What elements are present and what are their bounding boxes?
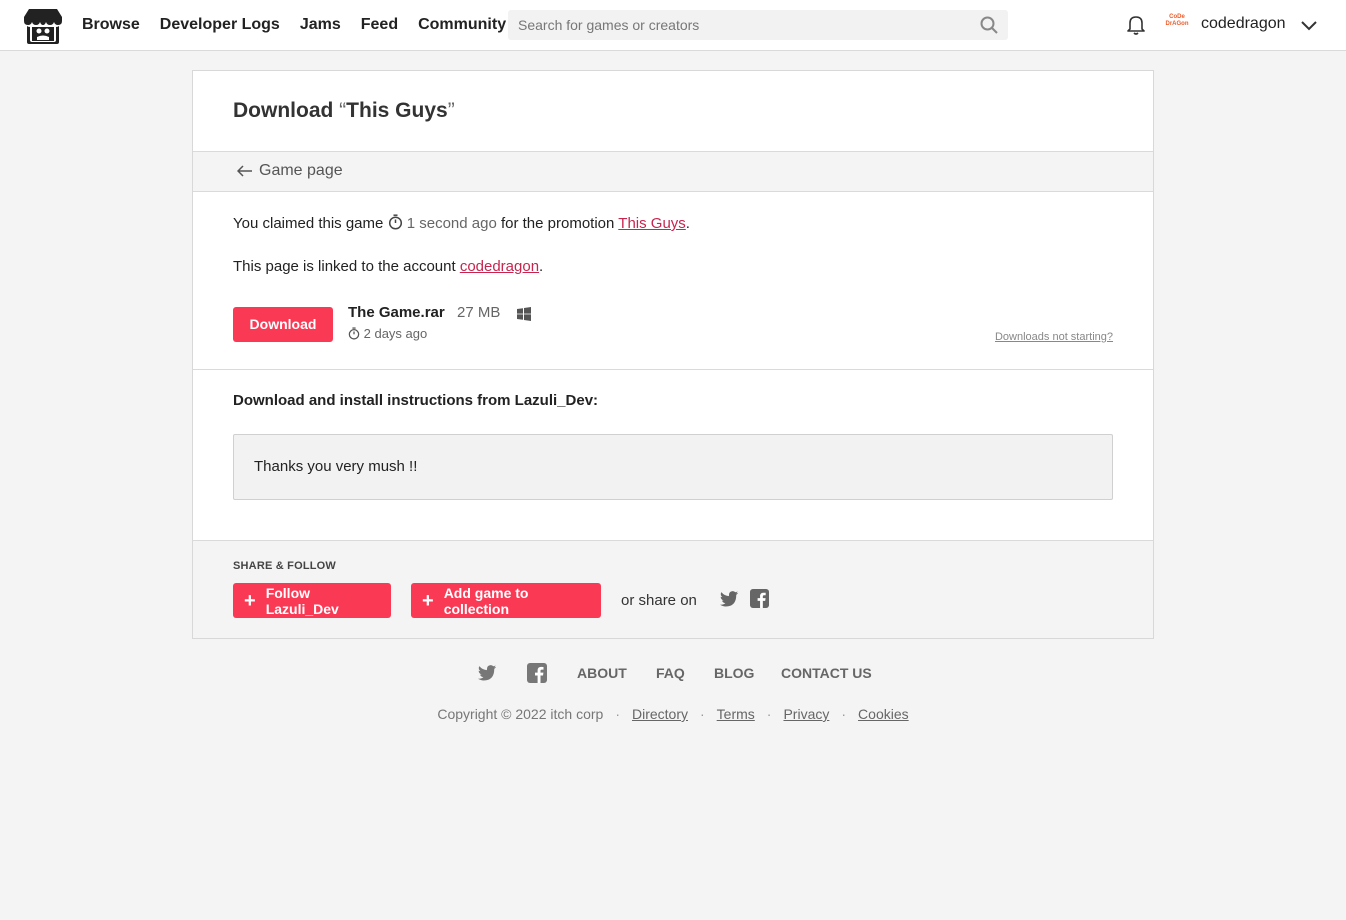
main-nav: Browse Developer Logs Jams Feed Communit… [82,0,506,50]
windows-icon [517,307,531,321]
file-upload-date: 2 days ago [348,326,427,341]
collection-button-label: Add game to collection [443,584,529,617]
follow-creator-button[interactable]: + Follow Lazuli_Dev [233,583,391,618]
footer-copyright: Copyright © 2022 itch corp · Directory · Ter… [0,706,1346,722]
copyright-text: Copyright © 2022 itch corp [437,706,604,722]
footer-blog-link[interactable]: BLOG [714,665,754,681]
plus-icon: + [422,589,434,612]
separator-dot: · [615,706,620,722]
facebook-icon[interactable] [750,589,769,608]
download-card: Download “This Guys” Game page You claim… [192,70,1154,639]
section-divider [193,369,1153,370]
footer-contact-link[interactable]: CONTACT US [781,665,872,681]
plus-icon: + [244,589,256,612]
itch-logo-icon[interactable] [23,7,63,44]
separator-dot: · [700,706,705,722]
notification-bell-icon[interactable] [1126,14,1146,36]
account-link[interactable]: codedragon [460,258,539,275]
title-close-quote: ” [447,99,455,122]
avatar[interactable]: CoDe DrAGon [1164,14,1190,36]
directory-link[interactable]: Directory [632,706,688,722]
arrow-left-icon [237,165,252,177]
file-name: The Game.rar [348,304,445,321]
back-bar: Game page [193,151,1153,192]
title-prefix: Download [233,99,340,122]
file-size: 27 MB [457,304,501,321]
file-upload-date-text: 2 days ago [363,326,428,341]
footer-about-link[interactable]: ABOUT [577,665,627,681]
twitter-icon[interactable] [477,664,497,682]
privacy-link[interactable]: Privacy [783,706,829,722]
linked-suffix: . [539,258,544,275]
search-input[interactable]: Search for games or creators [508,10,1008,40]
share-on-label: or share on [621,592,697,609]
game-page-link[interactable]: Game page [237,162,343,180]
page-title: Download “This Guys” [233,99,455,123]
downloads-not-starting-link[interactable]: Downloads not starting? [995,331,1113,343]
nav-browse[interactable]: Browse [82,16,140,34]
game-page-label: Game page [259,162,343,179]
instructions-box: Thanks you very mush !! [233,434,1113,500]
title-game-name: This Guys [346,99,448,122]
share-follow-label: SHARE & FOLLOW [233,560,337,572]
username-label[interactable]: codedragon [1201,15,1286,33]
share-follow-section: SHARE & FOLLOW + Follow Lazuli_Dev + Add… [193,540,1153,638]
search-placeholder: Search for games or creators [518,17,700,33]
twitter-icon[interactable] [719,590,739,608]
nav-jams[interactable]: Jams [300,16,341,34]
nav-community[interactable]: Community [418,16,506,34]
claim-time: 1 second ago [406,215,497,232]
footer-faq-link[interactable]: FAQ [656,665,685,681]
chevron-down-icon[interactable] [1300,18,1318,32]
stopwatch-icon [388,214,402,230]
follow-button-label: Follow Lazuli_Dev [265,584,339,617]
download-button[interactable]: Download [233,307,333,342]
stopwatch-icon [348,327,360,340]
claim-prefix: You claimed this game [233,215,384,232]
claim-suffix: . [685,215,690,232]
claim-message: You claimed this game 1 second ago for t… [233,214,690,232]
facebook-icon[interactable] [527,663,547,683]
terms-link[interactable]: Terms [717,706,755,722]
cookies-link[interactable]: Cookies [858,706,909,722]
footer-links: ABOUT FAQ BLOG CONTACT US [0,660,1346,686]
instructions-title: Download and install instructions from L… [233,392,599,409]
claim-middle: for the promotion [500,215,615,232]
separator-dot: · [766,706,772,722]
linked-account-message: This page is linked to the account coded… [233,258,543,275]
search-icon[interactable] [980,16,998,34]
promotion-link[interactable]: This Guys [618,215,686,232]
nav-feed[interactable]: Feed [361,16,398,34]
add-to-collection-button[interactable]: + Add game to collection [411,583,601,618]
top-header: Browse Developer Logs Jams Feed Communit… [0,0,1346,51]
instructions-text: Thanks you very mush !! [254,458,418,475]
separator-dot: · [841,706,847,722]
linked-prefix: This page is linked to the account [233,258,456,275]
nav-developer-logs[interactable]: Developer Logs [160,16,280,34]
